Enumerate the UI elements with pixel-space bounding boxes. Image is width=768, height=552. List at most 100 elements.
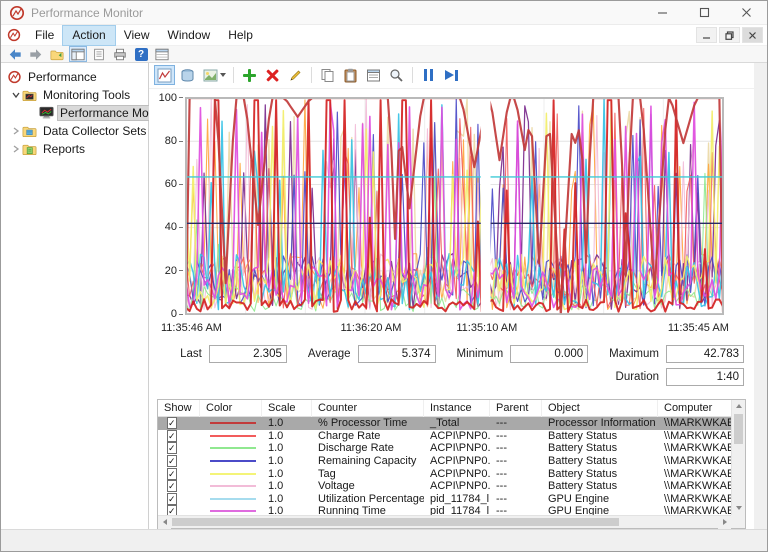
scroll-down-button[interactable] [732, 502, 745, 515]
table-row[interactable]: 1.0 Running Time pid_11784_l.. --- GPU E… [158, 505, 731, 515]
export-folder-icon[interactable] [49, 47, 65, 61]
properties-button[interactable] [364, 66, 383, 84]
paste-counter-list-button[interactable] [341, 66, 360, 84]
mdi-close-button[interactable] [742, 27, 763, 43]
menu-file[interactable]: File [26, 26, 63, 45]
parent-cell: --- [490, 430, 542, 442]
counter-cell: Tag [312, 468, 424, 480]
table-row[interactable]: 1.0 Discharge Rate ACPI\PNP0.. --- Batte… [158, 442, 731, 455]
last-label: Last [180, 348, 202, 360]
show-checkbox[interactable] [167, 455, 177, 467]
change-graph-type-button[interactable] [201, 66, 227, 84]
chevron-collapsed-icon[interactable] [11, 144, 21, 154]
new-window-icon[interactable] [154, 47, 170, 61]
tree-item-monitoring-tools[interactable]: Monitoring Tools [1, 86, 148, 104]
close-button[interactable] [725, 1, 767, 25]
show-cell [158, 505, 200, 515]
help-icon[interactable] [133, 47, 149, 61]
chevron-expanded-icon[interactable] [11, 90, 21, 100]
show-hide-console-tree-button[interactable] [70, 47, 86, 61]
copy-properties-button[interactable] [318, 66, 337, 84]
show-cell [158, 430, 200, 442]
mdi-minimize-button[interactable] [696, 27, 717, 43]
tree-root-performance[interactable]: Performance [1, 68, 148, 86]
color-swatch-line [210, 435, 256, 437]
table-row[interactable]: 1.0 Tag ACPI\PNP0.. --- Battery Status \… [158, 467, 731, 480]
column-header-parent[interactable]: Parent [490, 400, 542, 417]
menu-window[interactable]: Window [159, 26, 220, 45]
show-checkbox[interactable] [167, 417, 177, 429]
column-header-computer[interactable]: Computer [658, 400, 731, 417]
table-row[interactable]: 1.0 % Processor Time _Total --- Processo… [158, 417, 731, 430]
horizontal-scroll-thumb[interactable] [172, 518, 619, 526]
view-current-activity-button[interactable] [155, 66, 174, 84]
show-checkbox[interactable] [167, 468, 177, 480]
monitoring-tools-folder-icon [22, 88, 37, 102]
table-row[interactable]: 1.0 Charge Rate ACPI\PNP0.. --- Battery … [158, 430, 731, 443]
horizontal-scrollbar[interactable] [158, 515, 731, 528]
minimize-button[interactable] [641, 1, 683, 25]
performance-monitor-window: { "window": { "title": "Performance Moni… [0, 0, 768, 552]
time-label: 11:36:20 AM [340, 322, 401, 334]
freeze-display-button[interactable] [419, 66, 438, 84]
vertical-scrollbar[interactable] [731, 400, 745, 515]
maximize-button[interactable] [683, 1, 725, 25]
scroll-up-button[interactable] [732, 400, 745, 413]
highlight-button[interactable] [286, 66, 305, 84]
column-header-scale[interactable]: Scale [262, 400, 312, 417]
time-label: 11:35:10 AM [456, 322, 517, 334]
object-cell: Battery Status [542, 442, 658, 454]
instance-cell: pid_11784_l.. [424, 493, 490, 505]
object-cell: Battery Status [542, 480, 658, 492]
scale-cell: 1.0 [262, 442, 312, 454]
toolbar-separator [412, 67, 413, 83]
vertical-scroll-thumb[interactable] [734, 414, 743, 444]
perfmon-main-pane: 100806040200 11:35:46 AM 11:36:20 AM 11:… [149, 63, 754, 529]
color-swatch-line [210, 510, 256, 512]
table-row[interactable]: 1.0 Voltage ACPI\PNP0.. --- Battery Stat… [158, 480, 731, 493]
perfmon-app-icon [9, 5, 25, 21]
performance-graph[interactable]: 100806040200 [185, 97, 724, 315]
update-data-button[interactable] [442, 66, 461, 84]
column-header-counter[interactable]: Counter [312, 400, 424, 417]
color-swatch-line [210, 460, 256, 462]
tree-item-performance-monitor[interactable]: Performance Monitor [1, 104, 148, 122]
horizontal-scroll-track[interactable] [620, 516, 718, 528]
show-checkbox[interactable] [167, 442, 177, 454]
table-row[interactable]: 1.0 Remaining Capacity ACPI\PNP0.. --- B… [158, 455, 731, 468]
show-checkbox[interactable] [167, 480, 177, 492]
show-checkbox[interactable] [167, 493, 177, 505]
column-header-object[interactable]: Object [542, 400, 658, 417]
toolbar-separator [311, 67, 312, 83]
tree-item-data-collector-sets[interactable]: Data Collector Sets [1, 122, 148, 140]
content-area: Performance Monitoring Tools Performance… [1, 63, 767, 529]
chart-region: 100806040200 11:35:46 AM 11:36:20 AM 11:… [149, 89, 754, 341]
main-toolbar [1, 46, 767, 63]
table-row[interactable]: 1.0 Utilization Percentage pid_11784_l..… [158, 493, 731, 506]
column-header-show[interactable]: Show [158, 400, 200, 417]
show-checkbox[interactable] [167, 505, 177, 515]
view-log-data-button[interactable] [178, 66, 197, 84]
column-header-instance[interactable]: Instance [424, 400, 490, 417]
properties-document-icon[interactable] [91, 47, 107, 61]
back-button[interactable] [7, 47, 23, 61]
scroll-left-button[interactable] [158, 516, 171, 529]
tree-item-reports[interactable]: Reports [1, 140, 148, 158]
scroll-right-button[interactable] [718, 516, 731, 529]
pause-icon [424, 69, 434, 81]
mdi-restore-button[interactable] [719, 27, 740, 43]
vertical-scroll-track[interactable] [732, 445, 745, 502]
print-icon[interactable] [112, 47, 128, 61]
zoom-button[interactable] [387, 66, 406, 84]
delete-counter-button[interactable] [263, 66, 282, 84]
column-header-color[interactable]: Color [200, 400, 262, 417]
add-counter-button[interactable] [240, 66, 259, 84]
chevron-collapsed-icon[interactable] [11, 126, 21, 136]
computer-cell: \\MARKWKAELINM1 [658, 442, 731, 454]
menu-action[interactable]: Action [63, 26, 114, 45]
show-checkbox[interactable] [167, 430, 177, 442]
forward-button[interactable] [28, 47, 44, 61]
menu-view[interactable]: View [115, 26, 159, 45]
menu-help[interactable]: Help [219, 26, 262, 45]
average-label: Average [308, 348, 351, 360]
